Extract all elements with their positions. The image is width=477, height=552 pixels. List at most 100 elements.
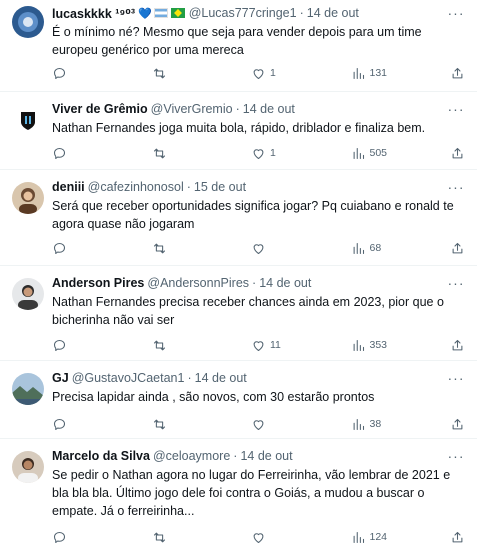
tweet-text: Nathan Fernandes precisa receber chances… <box>52 295 444 327</box>
action-bar: 124 <box>52 528 465 546</box>
retweet-icon <box>153 532 165 542</box>
tweet-text: Será que receber oportunidades significa… <box>52 199 454 231</box>
tweet[interactable]: Marcelo da Silva @celoaymore · 14 de out… <box>0 439 477 552</box>
reply-icon <box>53 339 66 351</box>
more-icon[interactable]: ··· <box>447 4 465 22</box>
retweet-icon <box>153 68 165 78</box>
retweet-button[interactable] <box>152 66 196 81</box>
heart-icon <box>253 532 264 543</box>
avatar[interactable] <box>12 182 44 214</box>
tweet-header: Viver de Grêmio @ViverGremio · 14 de out <box>52 102 295 116</box>
views-button[interactable]: 124 <box>351 530 395 545</box>
action-bar: 11 353 <box>52 336 465 354</box>
handle[interactable]: @AndersonnPires <box>147 276 249 290</box>
like-button[interactable] <box>251 417 295 432</box>
tweet-text: Nathan Fernandes joga muita bola, rápido… <box>52 121 426 135</box>
heart-icon <box>253 68 264 79</box>
tweet-header: Marcelo da Silva @celoaymore · 14 de out <box>52 449 293 463</box>
heart-icon <box>253 340 264 351</box>
display-name[interactable]: Marcelo da Silva <box>52 449 150 463</box>
avatar-image <box>12 451 44 483</box>
more-icon[interactable]: ··· <box>447 178 465 196</box>
timestamp[interactable]: 14 de out <box>195 371 247 385</box>
reply-button[interactable] <box>52 338 96 353</box>
share-button[interactable] <box>450 417 465 432</box>
handle[interactable]: @cafezinhonosol <box>88 180 184 194</box>
like-button[interactable] <box>251 530 295 545</box>
share-icon <box>452 339 463 350</box>
tweet[interactable]: lucaskkkk ¹⁹⁰³ 💙 @Lucas777cringe1 · 14 d… <box>0 0 477 92</box>
timestamp[interactable]: 14 de out <box>240 449 292 463</box>
handle[interactable]: @ViverGremio <box>151 102 233 116</box>
share-button[interactable] <box>450 338 465 353</box>
views-button[interactable]: 68 <box>351 241 395 256</box>
tweet[interactable]: deniii @cafezinhonosol · 15 de out ··· S… <box>0 170 477 266</box>
handle[interactable]: @celoaymore <box>153 449 230 463</box>
views-button[interactable]: 38 <box>351 417 395 432</box>
more-icon[interactable]: ··· <box>447 274 465 292</box>
action-bar: 68 <box>52 239 465 257</box>
share-button[interactable] <box>450 241 465 256</box>
share-button[interactable] <box>450 530 465 545</box>
views-button[interactable]: 505 <box>351 146 395 161</box>
more-icon[interactable]: ··· <box>447 369 465 387</box>
display-name[interactable]: deniii <box>52 180 85 194</box>
flag-brazil-icon <box>170 8 185 18</box>
reply-button[interactable] <box>52 146 96 161</box>
views-icon <box>353 531 364 543</box>
retweet-button[interactable] <box>152 241 196 256</box>
timestamp[interactable]: 14 de out <box>259 276 311 290</box>
retweet-button[interactable] <box>152 338 196 353</box>
share-icon <box>452 67 463 78</box>
share-button[interactable] <box>450 66 465 81</box>
display-name[interactable]: Viver de Grêmio <box>52 102 148 116</box>
tweet[interactable]: Anderson Pires @AndersonnPires · 14 de o… <box>0 266 477 361</box>
avatar-image <box>12 278 44 310</box>
retweet-button[interactable] <box>152 146 196 161</box>
display-name[interactable]: GJ <box>52 371 69 385</box>
more-icon[interactable]: ··· <box>447 447 465 465</box>
retweet-button[interactable] <box>152 530 196 545</box>
avatar[interactable] <box>12 104 44 136</box>
reply-button[interactable] <box>52 530 96 545</box>
retweet-icon <box>153 243 165 253</box>
avatar[interactable] <box>12 451 44 483</box>
handle[interactable]: @GustavoJCaetan1 <box>72 371 185 385</box>
share-icon <box>452 531 463 542</box>
like-button[interactable] <box>251 241 295 256</box>
display-name[interactable]: lucaskkkk ¹⁹⁰³ <box>52 6 135 21</box>
timestamp[interactable]: 15 de out <box>194 180 246 194</box>
like-button[interactable]: 1 <box>251 146 295 161</box>
reply-button[interactable] <box>52 417 96 432</box>
more-icon[interactable]: ··· <box>447 100 465 118</box>
handle[interactable]: @Lucas777cringe1 <box>189 6 297 20</box>
share-icon <box>452 242 463 253</box>
retweet-icon <box>153 419 165 429</box>
reply-icon <box>53 242 66 254</box>
views-button[interactable]: 353 <box>351 338 395 353</box>
tweet[interactable]: Viver de Grêmio @ViverGremio · 14 de out… <box>0 92 477 170</box>
tweet-header: GJ @GustavoJCaetan1 · 14 de out <box>52 371 247 385</box>
views-icon <box>353 418 364 430</box>
avatar[interactable] <box>12 278 44 310</box>
tweet[interactable]: GJ @GustavoJCaetan1 · 14 de out ··· Prec… <box>0 361 477 439</box>
timestamp[interactable]: 14 de out <box>243 102 295 116</box>
avatar-image <box>12 373 44 405</box>
share-icon <box>452 147 463 158</box>
avatar[interactable] <box>12 6 44 38</box>
like-button[interactable]: 11 <box>251 338 295 353</box>
display-name[interactable]: Anderson Pires <box>52 276 144 290</box>
timestamp[interactable]: 14 de out <box>307 6 359 20</box>
like-button[interactable]: 1 <box>251 66 295 81</box>
tweet-text: Precisa lapidar ainda , são novos, com 3… <box>52 390 375 404</box>
views-button[interactable]: 131 <box>351 66 395 81</box>
avatar-image <box>12 182 44 214</box>
tweet-header: deniii @cafezinhonosol · 15 de out <box>52 180 247 194</box>
reply-button[interactable] <box>52 241 96 256</box>
share-button[interactable] <box>450 146 465 161</box>
action-bar: 1 131 <box>52 64 465 82</box>
retweet-button[interactable] <box>152 417 196 432</box>
reply-button[interactable] <box>52 66 96 81</box>
avatar-image <box>12 104 44 136</box>
avatar[interactable] <box>12 373 44 405</box>
